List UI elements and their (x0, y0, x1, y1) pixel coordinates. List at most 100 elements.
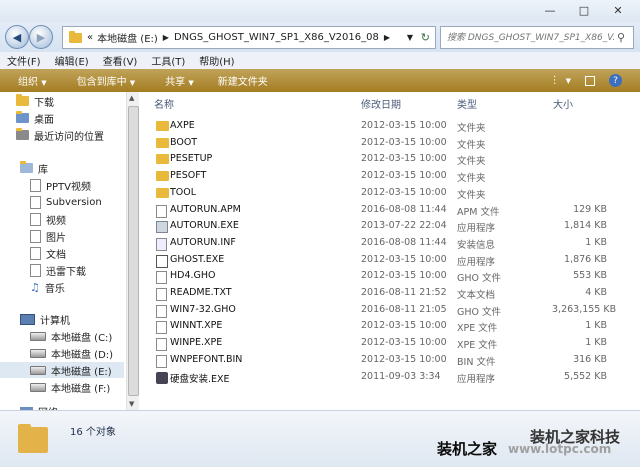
file-row[interactable]: README.TXT 2016-08-11 21:52 文本文档 4 KB (142, 285, 612, 301)
sidebar-item-drive-d[interactable]: 本地磁盘 (D:) (30, 345, 113, 361)
file-row[interactable]: WINNT.XPE 2012-03-15 10:00 XPE 文件 1 KB (142, 318, 612, 335)
share-button[interactable]: 共享 ▼ (165, 73, 194, 88)
sidebar-item-videos[interactable]: 视频 (30, 211, 66, 227)
sidebar-item-label: 图片 (46, 232, 66, 244)
file-row[interactable]: BOOT 2012-03-15 10:00 文件夹 (142, 135, 612, 151)
file-row[interactable]: GHOST.EXE 2012-03-15 10:00 应用程序 1,876 KB (142, 252, 612, 268)
sidebar-item-thunder[interactable]: 迅雷下载 (30, 262, 86, 278)
folder-icon (156, 137, 169, 148)
file-row[interactable]: PESETUP 2012-03-15 10:00 文件夹 (142, 151, 612, 167)
menu-view[interactable]: 查看(V) (96, 53, 145, 68)
file-type: APM 文件 (457, 206, 500, 218)
sidebar-item-label: 计算机 (40, 315, 70, 327)
column-header-name[interactable]: 名称 (154, 96, 174, 111)
forward-button[interactable]: ▶ (29, 25, 53, 49)
object-count: 16 个对象 (70, 427, 116, 438)
file-size: 5,552 KB (564, 370, 607, 382)
watermark-url: www.lotpc.com (508, 442, 612, 456)
file-row[interactable]: TOOL 2012-03-15 10:00 文件夹 (142, 185, 612, 201)
file-row[interactable]: PESOFT 2012-03-15 10:00 文件夹 (142, 168, 612, 184)
file-row[interactable]: AUTORUN.APM 2016-08-08 11:44 APM 文件 129 KB (142, 202, 612, 218)
maximize-button[interactable]: □ (566, 0, 602, 20)
library-folder-icon (30, 195, 41, 209)
history-dropdown-icon[interactable]: ▼ (407, 33, 413, 42)
file-row[interactable]: WINPE.XPE 2012-03-15 10:00 XPE 文件 1 KB (142, 335, 612, 352)
column-header-date[interactable]: 修改日期 (361, 96, 401, 111)
file-name: PESOFT (170, 170, 207, 182)
share-label: 共享 (165, 77, 186, 88)
view-options-icon[interactable]: ⋮ (550, 75, 560, 86)
search-input[interactable] (445, 31, 617, 44)
sidebar-item-recent[interactable]: 最近访问的位置 (16, 127, 104, 143)
sidebar-item-documents[interactable]: 文档 (30, 245, 66, 261)
breadcrumb-separator-icon[interactable]: ▶ (384, 33, 390, 42)
menu-help[interactable]: 帮助(H) (192, 53, 241, 68)
file-row[interactable]: AUTORUN.EXE 2013-07-22 22:04 应用程序 1,814 KB (142, 218, 612, 234)
file-date: 2012-03-15 10:00 (361, 270, 447, 282)
sidebar-item-pptv[interactable]: PPTV视频 (30, 177, 91, 193)
sidebar-libraries-header[interactable]: 库 (20, 160, 48, 176)
sidebar-item-drive-f[interactable]: 本地磁盘 (F:) (30, 379, 110, 395)
address-bar[interactable]: « 本地磁盘 (E:) ▶ DNGS_GHOST_WIN7_SP1_X86_V2… (62, 26, 436, 49)
include-in-library-button[interactable]: 包含到库中 ▼ (77, 73, 136, 88)
folder-icon (156, 121, 169, 131)
sidebar-item-label: 文档 (46, 249, 66, 261)
organize-button[interactable]: 组织 ▼ (18, 73, 47, 88)
scroll-down-icon[interactable]: ▼ (129, 400, 134, 408)
sidebar-item-drive-c[interactable]: 本地磁盘 (C:) (30, 328, 112, 344)
file-list: 名称 修改日期 类型 大小 AXPE 2012-03-15 10:00 文件夹 BOO… (142, 92, 640, 410)
minimize-button[interactable]: — (532, 0, 568, 20)
scroll-thumb[interactable] (128, 106, 139, 396)
menu-edit[interactable]: 编辑(E) (48, 53, 96, 68)
computer-icon (20, 313, 35, 325)
dropdown-arrow-icon: ▼ (129, 79, 136, 87)
sidebar-item-desktop[interactable]: 桌面 (16, 110, 54, 126)
preview-pane-icon[interactable] (585, 75, 595, 86)
search-box[interactable]: ⚲ (440, 26, 634, 49)
overflow-chevron-icon[interactable]: « (87, 32, 93, 43)
file-row[interactable]: AXPE 2012-03-15 10:00 文件夹 (142, 118, 612, 134)
file-date: 2016-08-11 21:05 (361, 303, 447, 315)
file-size: 316 KB (573, 353, 607, 365)
breadcrumb-separator-icon[interactable]: ▶ (163, 33, 169, 42)
breadcrumb-drive[interactable]: 本地磁盘 (E:) (97, 30, 158, 45)
file-date: 2012-03-15 10:00 (361, 253, 447, 265)
file-type: XPE 文件 (457, 323, 498, 335)
search-icon[interactable]: ⚲ (617, 31, 625, 44)
menu-tools[interactable]: 工具(T) (144, 53, 192, 68)
view-dropdown-icon[interactable]: ▼ (566, 77, 571, 85)
back-button[interactable]: ◀ (5, 25, 29, 49)
file-row[interactable]: 硬盘安装.EXE 2011-09-03 3:34 应用程序 5,552 KB (142, 369, 612, 385)
picture-icon (30, 229, 41, 243)
file-size: 129 KB (573, 203, 607, 215)
sidebar-item-label: PPTV视频 (46, 181, 92, 193)
breadcrumb-folder[interactable]: DNGS_GHOST_WIN7_SP1_X86_V2016_08 (174, 32, 379, 43)
file-row[interactable]: WNPEFONT.BIN 2012-03-15 10:00 BIN 文件 316 KB (142, 352, 612, 368)
file-type: 文件夹 (457, 189, 486, 201)
scroll-up-icon[interactable]: ▲ (129, 94, 134, 102)
refresh-icon[interactable]: ↻ (421, 31, 430, 44)
menu-file[interactable]: 文件(F) (0, 53, 48, 68)
column-header-size[interactable]: 大小 (553, 96, 573, 111)
drive-icon (30, 348, 46, 358)
sidebar-item-drive-e[interactable]: 本地磁盘 (E:) (0, 362, 124, 378)
new-folder-button[interactable]: 新建文件夹 (218, 73, 268, 88)
sidebar-item-subversion[interactable]: Subversion (30, 194, 102, 210)
dropdown-arrow-icon: ▼ (41, 79, 47, 87)
sidebar-computer-header[interactable]: 计算机 (20, 311, 70, 327)
help-icon[interactable]: ? (609, 74, 622, 87)
navigation-pane-scrollbar[interactable]: ▲ ▼ (126, 92, 139, 410)
file-row[interactable]: HD4.GHO 2012-03-15 10:00 GHO 文件 553 KB (142, 268, 612, 285)
sidebar-network-header[interactable]: 网络 (20, 403, 58, 410)
file-date: 2012-03-15 10:00 (361, 170, 447, 182)
file-row[interactable]: WIN7-32.GHO 2016-08-11 21:05 GHO 文件 3,263,1… (142, 302, 616, 318)
file-size: 1 KB (585, 337, 607, 349)
sidebar-item-pictures[interactable]: 图片 (30, 228, 66, 244)
column-header-type[interactable]: 类型 (457, 96, 477, 111)
file-name: PESETUP (170, 153, 213, 165)
sidebar-item-music[interactable]: ♫ 音乐 (30, 279, 65, 295)
sidebar-item-label: 桌面 (34, 114, 54, 126)
sidebar-item-downloads[interactable]: 下载 (16, 93, 54, 109)
file-row[interactable]: AUTORUN.INF 2016-08-08 11:44 安装信息 1 KB (142, 235, 612, 251)
close-button[interactable]: ✕ (600, 0, 636, 20)
